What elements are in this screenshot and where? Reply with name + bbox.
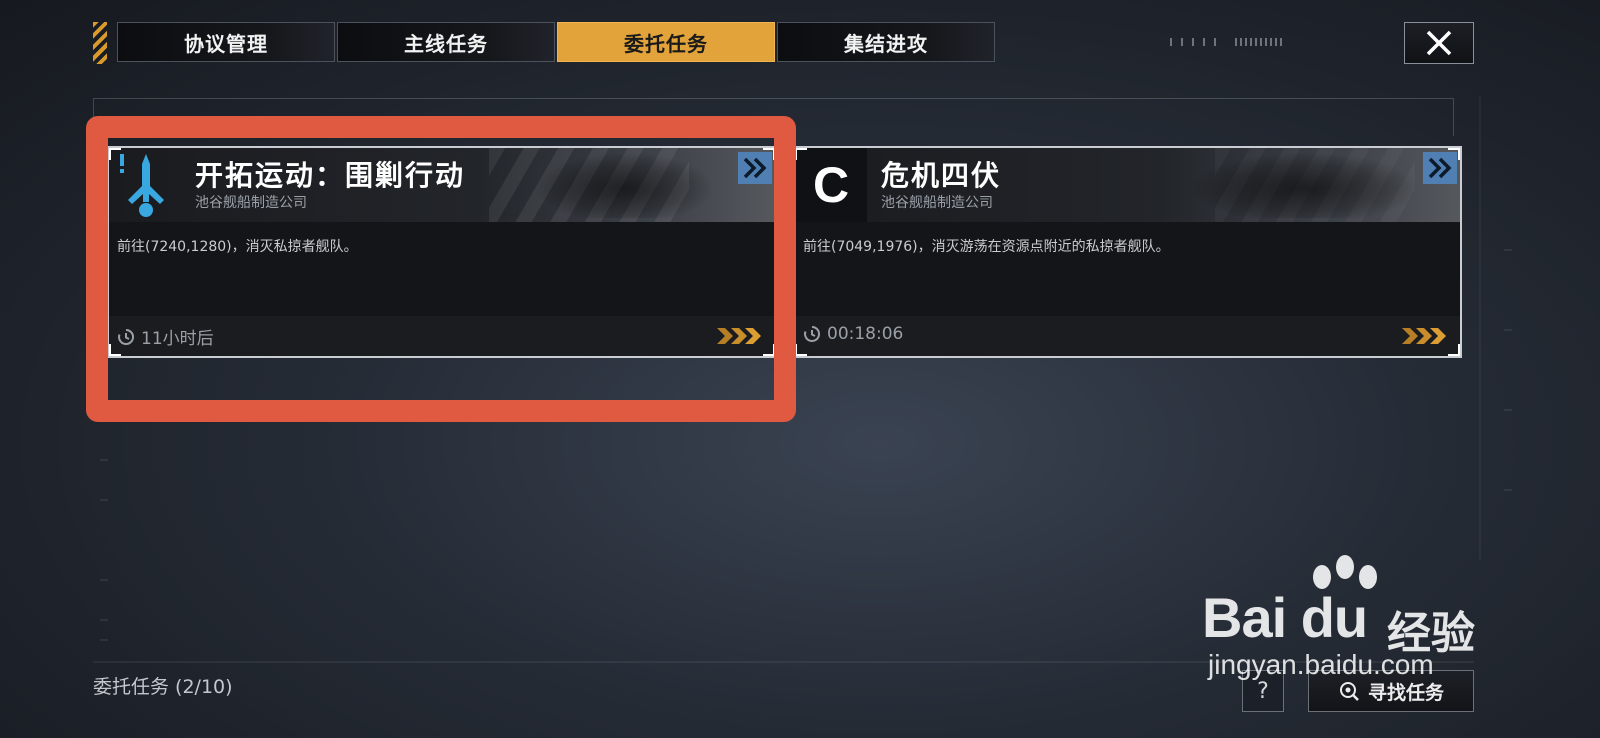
watermark-brand: Bai du (1202, 586, 1368, 649)
mission-timer: 00:18:06 (803, 324, 903, 344)
tab-protocol-management[interactable]: 协议管理 (117, 22, 335, 62)
mission-description: 前往(7049,1976)，消灭游荡在资源点附近的私掠者舰队。 (803, 239, 1170, 255)
close-button[interactable] (1404, 22, 1474, 64)
mission-timer-text: 00:18:06 (827, 324, 904, 344)
mission-card-header: C 危机四伏 池谷舰船制造公司 (795, 148, 1460, 222)
ship-thumbnail (1190, 152, 1420, 218)
tab-main-missions[interactable]: 主线任务 (337, 22, 555, 62)
rank-letter: C (812, 157, 850, 213)
mission-card-footer: 00:18:06 (795, 316, 1460, 356)
watermark-url: jingyan.baidu.com (1208, 649, 1434, 680)
mission-company: 池谷舰船制造公司 (881, 195, 993, 211)
mission-title: 危机四伏 (881, 159, 1002, 192)
triple-chevron-right-icon (1402, 328, 1446, 344)
go-arrows-button[interactable] (1402, 326, 1448, 346)
mission-card-crisis[interactable]: C 危机四伏 池谷舰船制造公司 前往(7049,1976)，消灭游荡在资源点附近… (793, 146, 1462, 358)
close-icon (1426, 30, 1452, 56)
timer-icon (804, 325, 821, 342)
tab-rally-attack[interactable]: 集结进攻 (777, 22, 995, 62)
tick-decoration (1170, 38, 1282, 46)
highlight-annotation (86, 116, 796, 422)
double-chevron-right-icon (1428, 157, 1452, 179)
baidu-watermark: Bai du 经验 jingyan.baidu.com (1202, 555, 1492, 695)
commission-count: 委托任务 (2/10) (93, 676, 233, 698)
tab-commission-missions[interactable]: 委托任务 (557, 22, 775, 62)
tab-bar-accent (93, 22, 107, 64)
